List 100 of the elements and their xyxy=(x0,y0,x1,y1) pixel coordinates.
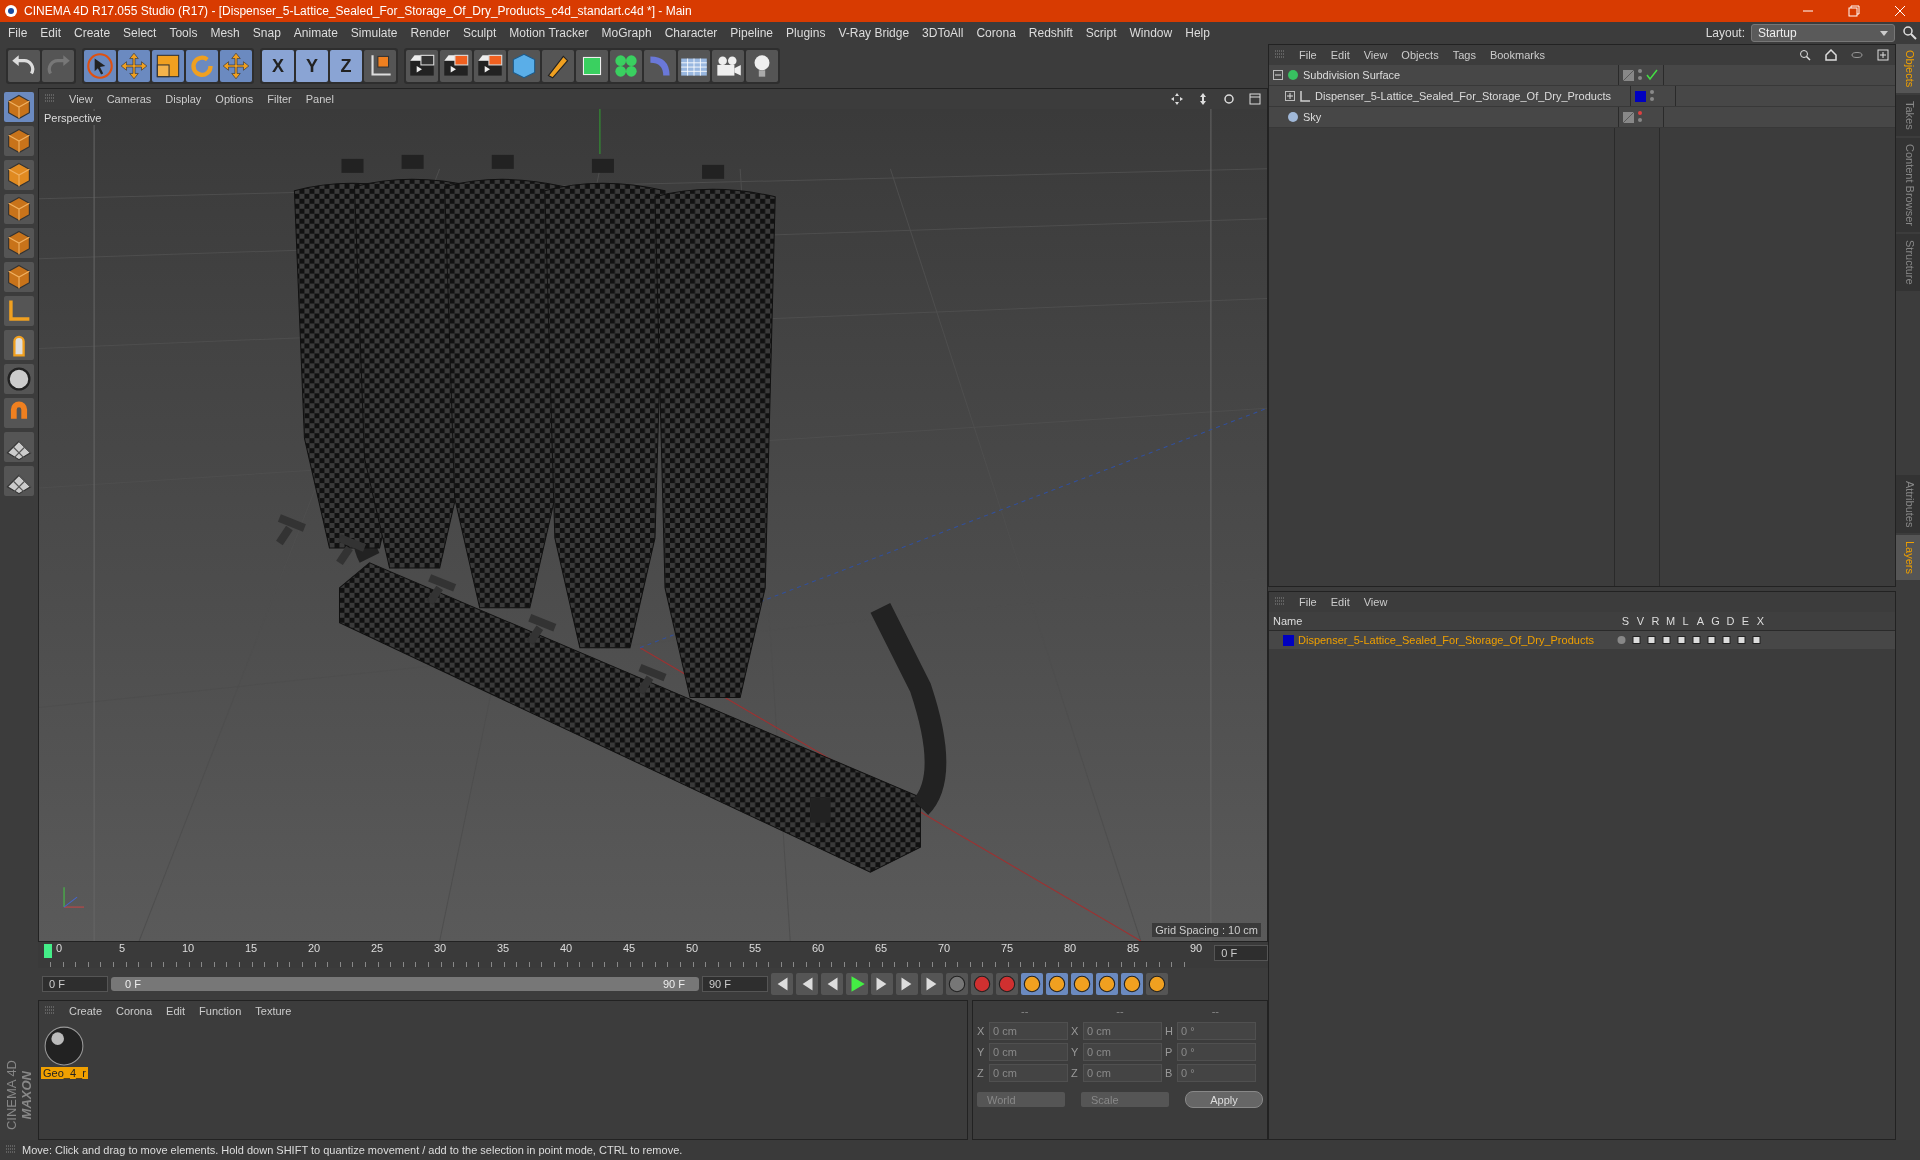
side-tab[interactable]: Attributes xyxy=(1896,474,1920,533)
frame-range-slider[interactable]: 0 F 90 F xyxy=(111,977,699,991)
frame-tick-label: 85 xyxy=(1126,942,1141,954)
menu-item[interactable]: Window xyxy=(1129,26,1173,40)
coordinates-header: -- xyxy=(1021,1005,1029,1017)
menu-item[interactable]: Render xyxy=(410,26,450,40)
frame-tick-label: 90 xyxy=(1189,942,1203,954)
frame-tick-label: 50 xyxy=(685,942,700,954)
axis-label: X xyxy=(977,1025,986,1037)
layout-dropdown[interactable]: Startup xyxy=(1751,24,1895,42)
frame-tick-label: 0 xyxy=(55,942,64,954)
column-header: G xyxy=(1710,615,1721,627)
menu-item[interactable]: Select xyxy=(123,26,157,40)
menu-item[interactable]: Mesh xyxy=(210,26,240,40)
menu-item[interactable]: Character xyxy=(664,26,718,40)
column-header: X xyxy=(1755,615,1766,627)
object-menu-item[interactable]: Objects xyxy=(1401,49,1439,61)
axis-label: Y xyxy=(977,1046,986,1058)
axis-label: Z xyxy=(1071,1067,1079,1079)
layout-label: Layout: xyxy=(1705,26,1745,40)
column-header: M xyxy=(1664,615,1677,627)
material-menu-item[interactable]: Function xyxy=(199,1005,242,1017)
column-header: R xyxy=(1650,615,1661,627)
object-menu-item[interactable]: Tags xyxy=(1452,49,1476,61)
column-header: V xyxy=(1635,615,1646,627)
coordinates-header: -- xyxy=(1116,1005,1124,1017)
material-menu-item[interactable]: Create xyxy=(69,1005,103,1017)
menu-item[interactable]: V-Ray Bridge xyxy=(838,26,910,40)
material-menu-item[interactable]: Texture xyxy=(255,1005,292,1017)
axis-label: B xyxy=(1165,1067,1174,1079)
frame-tick-label: 25 xyxy=(370,942,385,954)
frame-tick-label: 70 xyxy=(937,942,952,954)
object-menu-item[interactable]: Edit xyxy=(1330,49,1350,61)
menu-item[interactable]: Create xyxy=(74,26,111,40)
frame-tick-label: 20 xyxy=(307,942,322,954)
axis-label: Y xyxy=(1071,1046,1080,1058)
current-frame-field[interactable]: 0 F xyxy=(1214,945,1268,961)
object-menu-item[interactable]: Bookmarks xyxy=(1489,49,1545,61)
viewport-menu-item[interactable]: Display xyxy=(165,93,202,105)
frame-tick-label: 65 xyxy=(874,942,889,954)
viewport-menu-item[interactable]: Cameras xyxy=(106,93,152,105)
menu-item[interactable]: Simulate xyxy=(350,26,398,40)
menu-item[interactable]: Script xyxy=(1085,26,1117,40)
menu-item[interactable]: MoGraph xyxy=(601,26,652,40)
viewport-menu-item[interactable]: View xyxy=(69,93,93,105)
object-name[interactable]: Sky xyxy=(1303,111,1322,123)
start-frame-field[interactable]: 0 F xyxy=(42,976,108,992)
menu-item[interactable]: Help xyxy=(1185,26,1210,40)
frame-tick-label: 40 xyxy=(559,942,574,954)
axis-label: P xyxy=(1165,1046,1174,1058)
menu-item[interactable]: Animate xyxy=(293,26,338,40)
side-tab[interactable]: Objects xyxy=(1896,44,1920,94)
axis-label: Z xyxy=(977,1067,985,1079)
frame-tick-label: 10 xyxy=(181,942,196,954)
status-message: Move: Click and drag to move elements. Hold down SHIFT to quantize movement / add to the selection in point mode, CTRL to remove. xyxy=(22,1144,683,1156)
frame-tick-label: 30 xyxy=(433,942,448,954)
menu-item[interactable]: Motion Tracker xyxy=(509,26,589,40)
frame-tick-label: 5 xyxy=(118,942,127,954)
material-name[interactable]: Geo_4_r xyxy=(41,1067,88,1079)
frame-tick-label: 35 xyxy=(496,942,511,954)
menu-item[interactable]: Sculpt xyxy=(462,26,497,40)
axis-lock-button[interactable]: X xyxy=(262,50,294,82)
menu-item[interactable]: Corona xyxy=(976,26,1016,40)
grid-spacing-label: Grid Spacing : 10 cm xyxy=(1152,923,1261,937)
menu-item[interactable]: File xyxy=(8,26,28,40)
frame-tick-label: 75 xyxy=(1000,942,1015,954)
side-tab[interactable]: Layers xyxy=(1896,534,1920,580)
column-header: D xyxy=(1725,615,1736,627)
coordinates-header: -- xyxy=(1211,1005,1219,1017)
brand-wordmark: MAXON xyxy=(19,1070,34,1120)
material-menu-item[interactable]: Corona xyxy=(116,1005,153,1017)
side-tab[interactable]: Structure xyxy=(1896,234,1920,291)
side-tab[interactable]: Takes xyxy=(1896,95,1920,137)
column-header: Name xyxy=(1272,615,1304,627)
menu-item[interactable]: Redshift xyxy=(1028,26,1073,40)
axis-lock-button[interactable]: Z xyxy=(330,50,362,82)
menu-item[interactable]: Tools xyxy=(169,26,198,40)
column-header: L xyxy=(1681,615,1690,627)
menu-item[interactable]: 3DToAll xyxy=(922,26,964,40)
axis-lock-button[interactable]: Y xyxy=(296,50,328,82)
layer-menu-item[interactable]: File xyxy=(1299,596,1317,608)
object-menu-item[interactable]: View xyxy=(1363,49,1388,61)
side-tab[interactable]: Content Browser xyxy=(1896,138,1920,232)
end-frame-field[interactable]: 90 F xyxy=(702,976,768,992)
viewport-menu-item[interactable]: Panel xyxy=(305,93,334,105)
frame-tick-label: 45 xyxy=(622,942,637,954)
material-menu-item[interactable]: Edit xyxy=(166,1005,186,1017)
viewport-menu-item[interactable]: Options xyxy=(215,93,254,105)
window-title: CINEMA 4D R17.055 Studio (R17) - [Dispenser_5-Lattice_Sealed_For_Storage_Of_Dry_Products_c4d_standart.c4d *] - Main xyxy=(24,4,693,18)
layer-menu-item[interactable]: View xyxy=(1363,596,1388,608)
menu-item[interactable]: Plugins xyxy=(786,26,826,40)
viewport-menu-item[interactable]: Filter xyxy=(267,93,292,105)
object-menu-item[interactable]: File xyxy=(1299,49,1317,61)
column-header: A xyxy=(1695,615,1706,627)
object-name[interactable]: Subdivision Surface xyxy=(1303,69,1401,81)
menu-item[interactable]: Snap xyxy=(252,26,281,40)
axis-label: H xyxy=(1165,1025,1174,1037)
layer-menu-item[interactable]: Edit xyxy=(1330,596,1350,608)
menu-item[interactable]: Pipeline xyxy=(730,26,774,40)
menu-item[interactable]: Edit xyxy=(40,26,62,40)
